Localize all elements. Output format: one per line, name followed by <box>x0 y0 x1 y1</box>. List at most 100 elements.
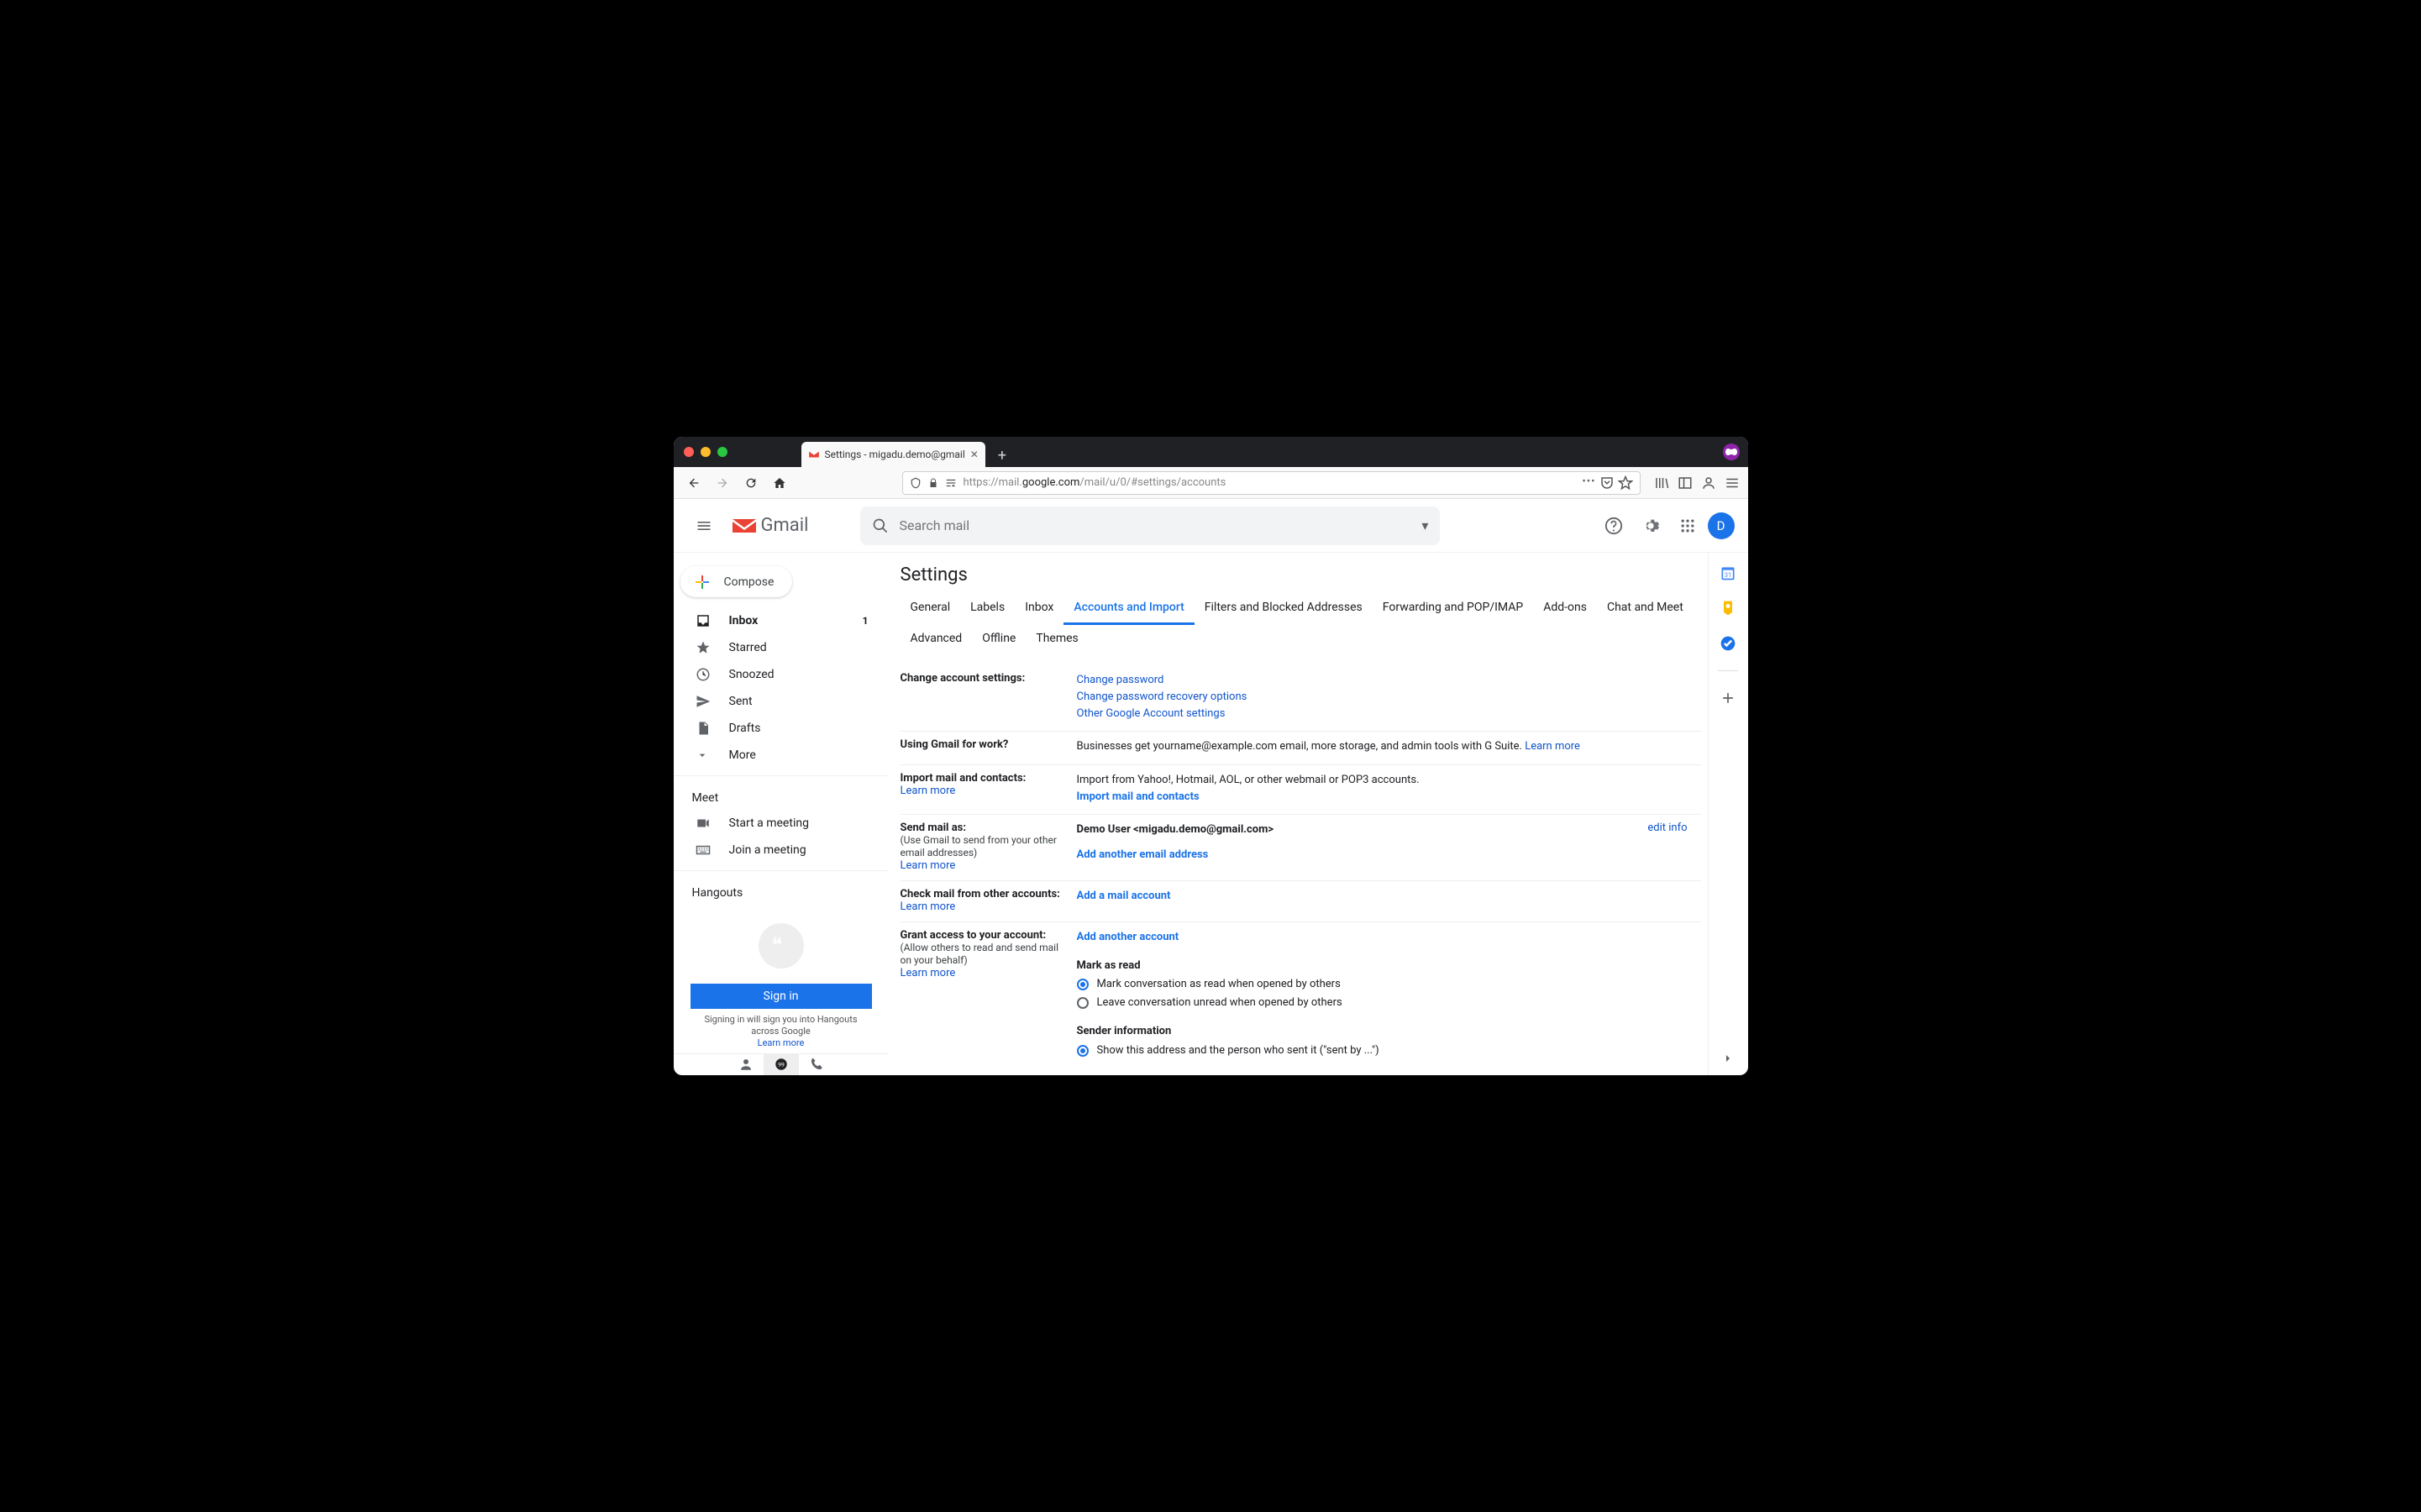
svg-text:31: 31 <box>1725 571 1731 579</box>
video-icon <box>696 816 712 831</box>
compose-label: Compose <box>724 575 775 589</box>
home-button[interactable] <box>768 471 791 495</box>
tab-offline[interactable]: Offline <box>972 625 1026 654</box>
header-right: D <box>1597 509 1735 543</box>
change-recovery-link[interactable]: Change password recovery options <box>1077 690 1247 703</box>
close-tab-icon[interactable]: ✕ <box>970 449 979 460</box>
chevron-down-icon <box>696 748 712 762</box>
row-change-account: Change account settings: Change password… <box>901 665 1701 732</box>
main-menu-button[interactable] <box>687 509 721 543</box>
sidebar-icon[interactable] <box>1678 475 1693 491</box>
other-settings-link[interactable]: Other Google Account settings <box>1077 707 1226 720</box>
contacts-icon[interactable] <box>728 1054 764 1075</box>
sendas-learn-more-link[interactable]: Learn more <box>901 859 956 872</box>
sidebar-item-snoozed[interactable]: Snoozed <box>674 661 889 688</box>
bookmark-star-icon[interactable] <box>1618 475 1633 491</box>
search-box[interactable]: ▾ <box>860 507 1440 545</box>
pocket-icon[interactable] <box>1599 475 1615 491</box>
url-bar: https://mail.google.com/mail/u/0/#settin… <box>674 467 1748 499</box>
sidebar-item-more[interactable]: More <box>674 742 889 769</box>
app-menu-icon[interactable] <box>1725 475 1740 491</box>
titlebar: Settings - migadu.demo@gmail ✕ + <box>674 437 1748 467</box>
collapse-panel-icon[interactable] <box>1721 1052 1735 1065</box>
minimize-window-icon[interactable] <box>701 447 711 457</box>
sidebar: Compose Inbox1 Starred Snoozed Sent Draf… <box>674 553 889 1075</box>
row-check-mail: Check mail from other accounts:Learn mor… <box>901 881 1701 922</box>
keep-icon[interactable] <box>1720 600 1736 617</box>
signin-note: Signing in will sign you into Hangoutsac… <box>704 1014 857 1050</box>
sidebar-item-sent[interactable]: Sent <box>674 688 889 715</box>
browser-tab[interactable]: Settings - migadu.demo@gmail ✕ <box>801 442 985 467</box>
hangouts-learn-more-link[interactable]: Learn more <box>758 1037 805 1048</box>
radio-icon <box>1077 1045 1089 1057</box>
search-input[interactable] <box>899 517 1411 533</box>
add-mail-account-link[interactable]: Add a mail account <box>1077 890 1171 902</box>
gmail-logo-icon <box>731 516 758 536</box>
row-grant-access: Grant access to your account:(Allow othe… <box>901 922 1701 1069</box>
page-title: Settings <box>895 564 1701 585</box>
tab-chat-meet[interactable]: Chat and Meet <box>1597 594 1694 625</box>
calendar-icon[interactable]: 31 <box>1720 564 1736 581</box>
mark-read-option[interactable]: Mark conversation as read when opened by… <box>1077 976 1701 993</box>
import-learn-more-link[interactable]: Learn more <box>901 785 956 797</box>
gsuite-learn-more-link[interactable]: Learn more <box>1525 740 1580 753</box>
tab-forwarding[interactable]: Forwarding and POP/IMAP <box>1373 594 1533 625</box>
addons-plus-icon[interactable] <box>1720 690 1736 706</box>
tab-addons[interactable]: Add-ons <box>1533 594 1597 625</box>
tab-themes[interactable]: Themes <box>1026 625 1088 654</box>
edit-info-link[interactable]: edit info <box>1647 822 1687 834</box>
close-window-icon[interactable] <box>684 447 694 457</box>
leave-unread-option[interactable]: Leave conversation unread when opened by… <box>1077 995 1701 1011</box>
sidebar-item-join-meeting[interactable]: Join a meeting <box>674 837 889 864</box>
maximize-window-icon[interactable] <box>717 447 727 457</box>
sender-show-option[interactable]: Show this address and the person who sen… <box>1077 1042 1701 1059</box>
hangouts-icon <box>759 923 804 969</box>
url-text: https://mail.google.com/mail/u/0/#settin… <box>964 476 1226 489</box>
permissions-icon <box>945 477 957 489</box>
tab-general[interactable]: General <box>901 594 961 625</box>
account-avatar[interactable]: D <box>1708 512 1735 539</box>
sidebar-item-drafts[interactable]: Drafts <box>674 715 889 742</box>
tab-accounts-import[interactable]: Accounts and Import <box>1063 594 1194 625</box>
reload-button[interactable] <box>739 471 763 495</box>
tab-filters[interactable]: Filters and Blocked Addresses <box>1195 594 1373 625</box>
gmail-logo[interactable]: Gmail <box>731 515 809 536</box>
search-icon <box>872 517 889 534</box>
library-icon[interactable] <box>1654 475 1669 491</box>
row-send-as: Send mail as:(Use Gmail to send from you… <box>901 815 1701 881</box>
tab-advanced[interactable]: Advanced <box>901 625 973 654</box>
hangouts-tab-icon[interactable]: 99 <box>764 1054 799 1075</box>
new-tab-button[interactable]: + <box>990 444 1014 467</box>
inbox-icon <box>696 613 712 628</box>
import-mail-link[interactable]: Import mail and contacts <box>1077 790 1200 803</box>
page-actions-icon[interactable]: ••• <box>1582 475 1595 491</box>
tab-labels[interactable]: Labels <box>960 594 1015 625</box>
window-controls <box>684 447 727 457</box>
tasks-icon[interactable] <box>1720 635 1736 652</box>
settings-button[interactable] <box>1634 509 1667 543</box>
change-password-link[interactable]: Change password <box>1077 674 1164 686</box>
sidebar-item-starred[interactable]: Starred <box>674 634 889 661</box>
grant-learn-more-link[interactable]: Learn more <box>901 967 956 979</box>
signin-button[interactable]: Sign in <box>691 984 872 1009</box>
tab-inbox[interactable]: Inbox <box>1015 594 1063 625</box>
settings-body: Change account settings: Change password… <box>895 654 1701 1069</box>
profile-icon[interactable] <box>1701 475 1716 491</box>
svg-text:99: 99 <box>778 1062 785 1068</box>
apps-button[interactable] <box>1671 509 1704 543</box>
address-field[interactable]: https://mail.google.com/mail/u/0/#settin… <box>902 471 1641 495</box>
add-email-link[interactable]: Add another email address <box>1077 848 1209 861</box>
lock-icon <box>928 478 938 488</box>
product-name: Gmail <box>761 515 809 536</box>
forward-button[interactable] <box>711 471 734 495</box>
search-options-icon[interactable]: ▾ <box>1421 517 1428 533</box>
support-button[interactable] <box>1597 509 1631 543</box>
sidebar-item-inbox[interactable]: Inbox1 <box>674 607 889 634</box>
checkmail-learn-more-link[interactable]: Learn more <box>901 900 956 913</box>
sidebar-item-start-meeting[interactable]: Start a meeting <box>674 810 889 837</box>
add-another-account-link[interactable]: Add another account <box>1077 931 1179 943</box>
compose-button[interactable]: Compose <box>680 566 793 597</box>
phone-icon[interactable] <box>799 1054 834 1075</box>
hangouts-section-label: Hangouts <box>674 878 889 905</box>
back-button[interactable] <box>682 471 706 495</box>
